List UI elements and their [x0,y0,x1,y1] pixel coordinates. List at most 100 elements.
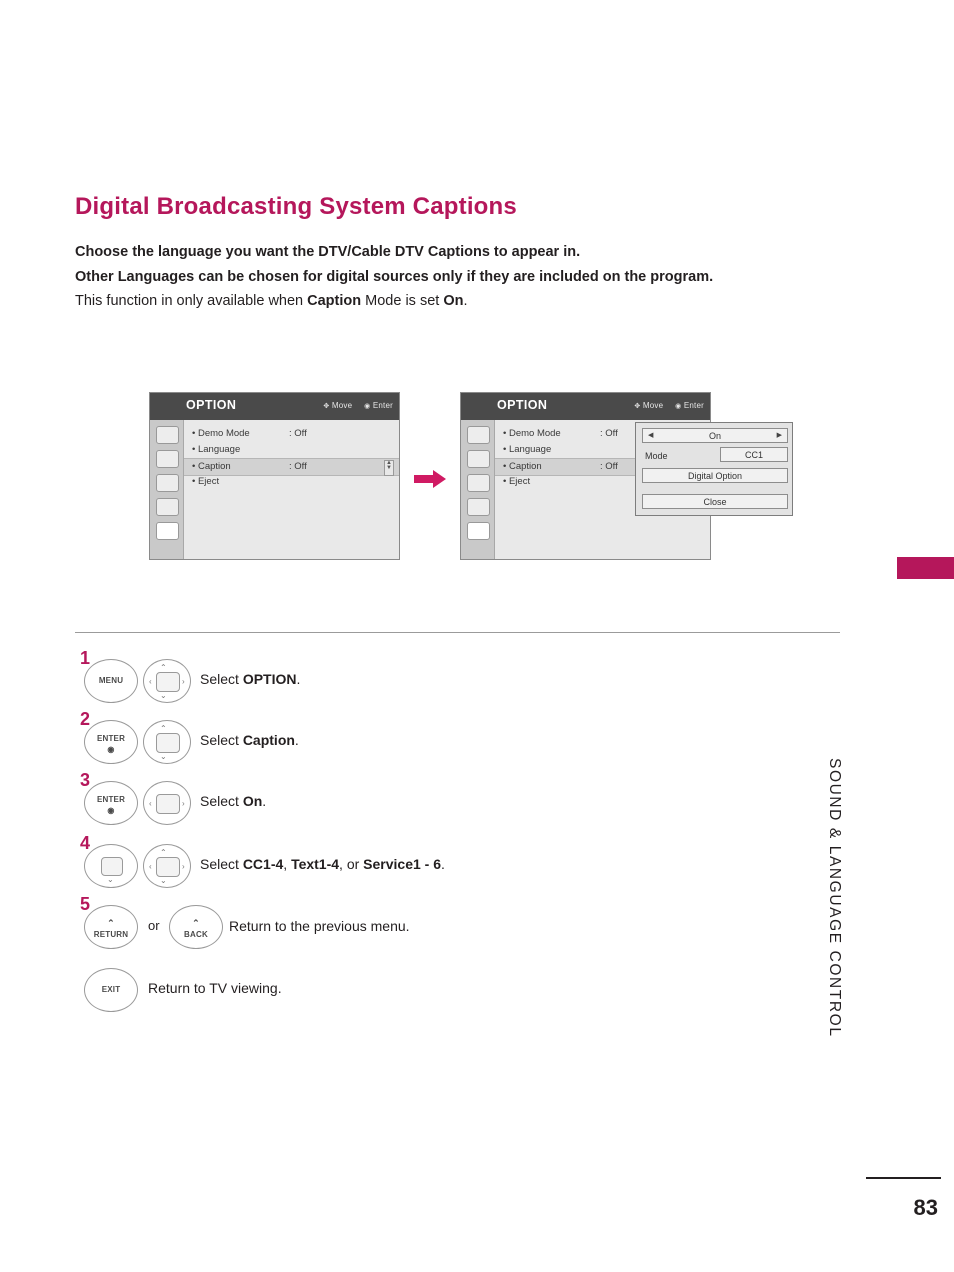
step-text-3: Select On. [200,793,266,809]
exit-button[interactable]: EXIT [84,968,138,1012]
chevron-down-icon[interactable]: ⌄ [160,876,167,885]
popup-digital-option-label: Digital Option [687,471,743,481]
osd-left-title: OPTION [186,398,237,412]
step-4-text-e: , or [339,856,364,872]
sidebar-icon-audio[interactable] [467,450,490,468]
return-button-label: RETURN [93,930,129,939]
menu-row-demo-mode[interactable]: • Demo Mode : Off [184,426,399,442]
step-number-3: 3 [80,770,91,790]
sidebar-icon-picture[interactable] [467,426,490,444]
step-1-text-b: OPTION [242,671,297,687]
back-button[interactable]: ⌃ BACK [169,905,223,949]
page-number-rule [866,1177,941,1179]
step-4-text-g: . [441,856,445,872]
side-section-label: SOUND & LANGUAGE CONTROL [826,758,843,1038]
osd-right-hint-enter: Enter [683,401,704,410]
menu-button-label: MENU [98,676,124,685]
osd-right-sidebar [461,420,495,559]
menu-label-caption: • Caption [503,461,542,472]
move-icon: ✥ [634,403,641,410]
sidebar-icon-lock[interactable] [156,498,179,516]
page-title: Digital Broadcasting System Captions [75,193,517,220]
sidebar-icon-time[interactable] [156,474,179,492]
sidebar-icon-picture[interactable] [156,426,179,444]
menu-row-eject[interactable]: • Eject [184,474,399,490]
chevron-up-icon[interactable]: ⌃ [160,663,167,672]
menu-value-caption: : Off [600,461,618,472]
osd-panel-left: OPTION ✥ Move ◉ Enter • Demo Mode : Off … [149,392,400,560]
menu-value-demo-mode: : Off [600,428,618,439]
step-4-text-b: CC1-4 [242,856,284,872]
menu-label-language: • Language [503,444,552,455]
return-button[interactable]: ⌃ RETURN [84,905,138,949]
osd-left-hint-enter: Enter [372,401,393,410]
osd-left-hints: ✥ Move ◉ Enter [323,401,393,410]
intro-line-3-on: On [443,293,464,309]
nav-pad-3[interactable]: ‹ › [143,781,191,825]
nav-pad-4[interactable]: ⌃ ⌄ ‹ › [143,844,191,888]
nav-pad-center-4b[interactable] [156,857,180,877]
popup-mode-label: Mode [645,451,668,461]
step-2-text-c: . [294,732,299,748]
sidebar-icon-audio[interactable] [156,450,179,468]
enter-button-3[interactable]: ENTER ◉ [84,781,138,825]
chevron-right-icon[interactable]: › [182,677,185,686]
sidebar-icon-option[interactable] [156,522,179,540]
intro-line-3-caption: Caption [307,293,362,309]
chevron-up-icon[interactable]: ⌃ [160,848,167,857]
step-2-text-a: Select [200,732,243,748]
exit-button-label: EXIT [101,985,121,994]
popup-on-selector[interactable]: ◀ On ▶ [642,428,788,443]
step-number-5: 5 [80,894,91,914]
osd-left-sidebar [150,420,184,559]
chevron-up-icon[interactable]: ⌃ [160,724,167,733]
chevron-down-icon[interactable]: ⌄ [160,752,167,761]
menu-row-language[interactable]: • Language [184,442,399,458]
chevron-right-icon[interactable]: › [182,799,185,808]
nav-pad-down-4[interactable]: ⌄ [84,844,138,888]
step-text-5: Return to the previous menu. [229,918,410,934]
chevron-right-icon[interactable]: › [182,862,185,871]
step-number-1: 1 [80,648,91,668]
osd-left-title-bar: OPTION ✥ Move ◉ Enter [150,393,399,420]
chevron-left-icon[interactable]: ‹ [149,862,152,871]
chevron-right-icon[interactable]: ▶ [777,431,782,439]
nav-pad-center-4a[interactable] [101,857,123,876]
enter-button-label-3: ENTER [96,795,126,804]
menu-label-language: • Language [192,444,241,455]
menu-button[interactable]: MENU [84,659,138,703]
nav-pad-center-2[interactable] [156,733,180,753]
step-3-text-a: Select [200,793,243,809]
sidebar-icon-time[interactable] [467,474,490,492]
enter-button-2[interactable]: ENTER ◉ [84,720,138,764]
menu-label-demo-mode: • Demo Mode [503,428,561,439]
menu-label-caption: • Caption [192,461,231,472]
nav-pad-center-3[interactable] [156,794,180,814]
sidebar-icon-option[interactable] [467,522,490,540]
chevron-down-icon[interactable]: ⌄ [107,875,114,884]
nav-pad-1[interactable]: ⌃ ⌄ ‹ › [143,659,191,703]
caption-popup: ◀ On ▶ Mode CC1 Digital Option Close [635,422,793,516]
enter-dot-icon-2: ◉ [107,745,115,754]
popup-close-button[interactable]: Close [642,494,788,509]
step-number-4: 4 [80,833,91,853]
intro-line-1: Choose the language you want the DTV/Cab… [75,244,581,260]
popup-close-label: Close [703,497,727,507]
menu-label-demo-mode: • Demo Mode [192,428,250,439]
osd-right-hint-move: Move [642,401,664,410]
chevron-left-icon[interactable]: ‹ [149,677,152,686]
chevron-down-icon[interactable]: ⌄ [160,691,167,700]
step-4-text-d: Text1-4 [291,856,340,872]
nav-pad-2[interactable]: ⌃ ⌄ [143,720,191,764]
popup-mode-value: CC1 [744,450,763,460]
step-text-1: Select OPTION. [200,671,300,687]
step-4-text-a: Select [200,856,243,872]
popup-digital-option-button[interactable]: Digital Option [642,468,788,483]
enter-button-label-2: ENTER [96,734,126,743]
sidebar-icon-lock[interactable] [467,498,490,516]
nav-pad-center-1[interactable] [156,672,180,692]
popup-mode-value-box[interactable]: CC1 [720,447,788,462]
step-4-text-c: , [283,856,292,872]
enter-icon: ◉ [364,403,371,410]
chevron-left-icon[interactable]: ‹ [149,799,152,808]
